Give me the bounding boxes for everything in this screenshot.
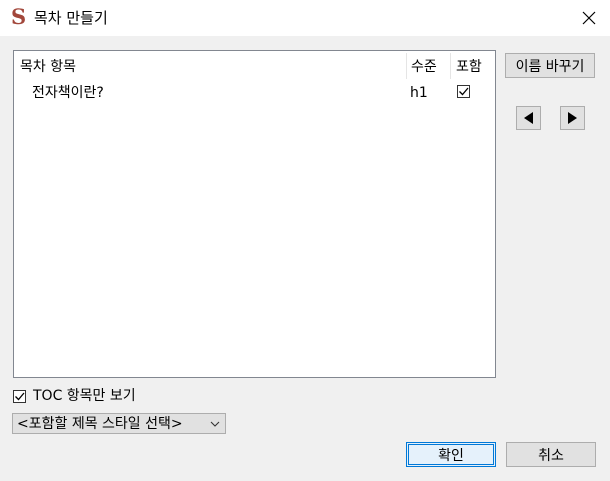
toc-row-level: h1 [410, 85, 428, 101]
toc-only-checkbox[interactable] [13, 389, 26, 403]
toc-row-item: 전자책이란? [32, 85, 104, 101]
toc-only-label: TOC 항목만 보기 [33, 388, 136, 404]
toc-list[interactable]: 목차 항목 수준 포함 전자책이란? h1 [13, 50, 496, 378]
ok-button[interactable]: 확인 [406, 442, 496, 467]
column-divider [406, 53, 407, 79]
chevron-down-icon [210, 421, 220, 427]
title-bar: S 목차 만들기 [0, 0, 610, 36]
toc-only-option[interactable]: TOC 항목만 보기 [13, 387, 136, 405]
window-title: 목차 만들기 [34, 9, 108, 27]
column-header-include[interactable]: 포함 [456, 58, 482, 76]
include-checkbox[interactable] [457, 85, 470, 98]
column-header-item[interactable]: 목차 항목 [20, 58, 76, 76]
app-logo-icon: S [11, 4, 27, 29]
column-divider [450, 53, 451, 79]
checkmark-icon [15, 392, 25, 400]
checkmark-icon [459, 87, 469, 96]
toc-row[interactable]: 전자책이란? h1 [15, 82, 495, 104]
arrow-left-icon [524, 112, 533, 124]
indent-button[interactable] [560, 106, 585, 130]
cancel-button-label: 취소 [538, 447, 564, 464]
close-icon [582, 11, 596, 25]
rename-button[interactable]: 이름 바꾸기 [505, 53, 595, 78]
column-header-level[interactable]: 수준 [411, 58, 437, 76]
close-button[interactable] [574, 4, 604, 32]
heading-style-select[interactable]: <포함할 제목 스타일 선택> [12, 413, 226, 434]
rename-button-label: 이름 바꾸기 [515, 58, 585, 75]
ok-button-label: 확인 [438, 447, 464, 464]
heading-style-select-value: <포함할 제목 스타일 선택> [17, 416, 183, 432]
arrow-right-icon [568, 112, 577, 124]
cancel-button[interactable]: 취소 [506, 442, 596, 467]
outdent-button[interactable] [516, 106, 541, 130]
